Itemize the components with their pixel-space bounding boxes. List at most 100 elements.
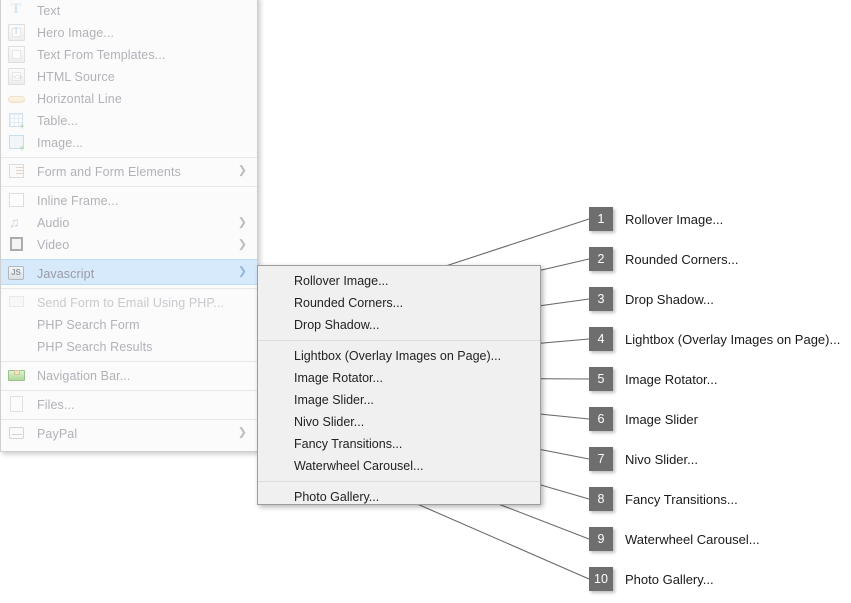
callout-label: Photo Gallery... <box>625 571 714 587</box>
insert-menu[interactable]: T Text I Hero Image... Text From Templates..… <box>0 0 258 452</box>
menu-item-text-from-templates[interactable]: Text From Templates... <box>1 44 257 66</box>
submenu-item-image-slider[interactable]: Image Slider... <box>258 389 540 411</box>
callout-label: Rounded Corners... <box>625 251 739 267</box>
menu-item-navigation-bar[interactable]: Navigation Bar... <box>1 361 257 387</box>
menu-item-label: PHP Search Form <box>37 318 140 332</box>
menu-item-inline-frame[interactable]: Inline Frame... <box>1 186 257 212</box>
callout-4: 4 Lightbox (Overlay Images on Page)... <box>589 327 840 351</box>
submenu-item-label: Photo Gallery... <box>294 490 380 504</box>
submenu-item-label: Drop Shadow... <box>294 318 380 332</box>
callout-3: 3 Drop Shadow... <box>589 287 714 311</box>
menu-item-files[interactable]: Files... <box>1 390 257 416</box>
submenu-item-label: Rounded Corners... <box>294 296 404 310</box>
submenu-item-label: Rollover Image... <box>294 274 389 288</box>
menu-item-label: Form and Form Elements <box>37 165 181 179</box>
menu-item-label: Video <box>37 238 70 252</box>
callout-label: Image Rotator... <box>625 371 718 387</box>
menu-item-label: Send Form to Email Using PHP... <box>37 296 224 310</box>
callout-7: 7 Nivo Slider... <box>589 447 698 471</box>
text-template-icon <box>7 46 27 64</box>
callout-badge: 8 <box>589 487 613 511</box>
html-source-icon: <> <box>7 68 27 86</box>
table-icon: + <box>7 112 27 131</box>
submenu-item-image-rotator[interactable]: Image Rotator... <box>258 367 540 389</box>
submenu-item-rollover-image[interactable]: Rollover Image... <box>258 270 540 292</box>
menu-item-php-search-form[interactable]: PHP Search Form <box>1 314 257 336</box>
menu-item-horizontal-line[interactable]: Horizontal Line <box>1 88 257 110</box>
submenu-item-waterwheel-carousel[interactable]: Waterwheel Carousel... <box>258 455 540 477</box>
menu-item-table[interactable]: + Table... <box>1 110 257 132</box>
submenu-item-lightbox-overlay-images-on-page[interactable]: Lightbox (Overlay Images on Page)... <box>258 340 540 367</box>
callout-1: 1 Rollover Image... <box>589 207 723 231</box>
inline-frame-icon <box>7 192 27 210</box>
chevron-right-icon: ❯ <box>237 265 247 278</box>
chevron-right-icon: ❯ <box>237 164 247 176</box>
menu-item-label: Audio <box>37 216 70 230</box>
submenu-item-label: Waterwheel Carousel... <box>294 459 424 473</box>
menu-item-javascript[interactable]: JS Javascript ❯ <box>1 259 257 285</box>
menu-item-text[interactable]: T Text <box>1 0 257 22</box>
menu-item-send-form-to-email-using-php[interactable]: Send Form to Email Using PHP... <box>1 288 257 314</box>
menu-item-audio[interactable]: ♫ Audio ❯ <box>1 212 257 234</box>
menu-item-label: Text <box>37 4 61 18</box>
submenu-item-photo-gallery[interactable]: Photo Gallery... <box>258 481 540 508</box>
none <box>7 338 27 356</box>
files-icon <box>7 396 27 414</box>
menu-item-label: Hero Image... <box>37 26 115 40</box>
submenu-item-nivo-slider[interactable]: Nivo Slider... <box>258 411 540 433</box>
submenu-item-fancy-transitions[interactable]: Fancy Transitions... <box>258 433 540 455</box>
submenu-item-label: Image Rotator... <box>294 371 383 385</box>
menu-item-php-search-results[interactable]: PHP Search Results <box>1 336 257 358</box>
send-mail-icon <box>7 294 27 312</box>
menu-item-label: Table... <box>37 114 79 128</box>
callout-badge: 3 <box>589 287 613 311</box>
menu-item-label: HTML Source <box>37 70 115 84</box>
callout-8: 8 Fancy Transitions... <box>589 487 738 511</box>
submenu-item-rounded-corners[interactable]: Rounded Corners... <box>258 292 540 314</box>
callout-badge: 1 <box>589 207 613 231</box>
callout-9: 9 Waterwheel Carousel... <box>589 527 760 551</box>
menu-item-label: Inline Frame... <box>37 194 119 208</box>
menu-item-html-source[interactable]: <> HTML Source <box>1 66 257 88</box>
callout-label: Image Slider <box>625 411 698 427</box>
leader-line <box>399 495 590 580</box>
menu-item-form-and-form-elements[interactable]: Form and Form Elements ❯ <box>1 157 257 183</box>
paypal-icon <box>7 425 27 443</box>
callout-badge: 4 <box>589 327 613 351</box>
menu-item-label: Text From Templates... <box>37 48 166 62</box>
callout-badge: 7 <box>589 447 613 471</box>
callout-5: 5 Image Rotator... <box>589 367 718 391</box>
image-icon: + <box>7 134 27 153</box>
callout-label: Waterwheel Carousel... <box>625 531 760 547</box>
menu-item-label: Horizontal Line <box>37 92 122 106</box>
menu-item-label: PHP Search Results <box>37 340 153 354</box>
menu-item-label: Files... <box>37 398 75 412</box>
menu-item-hero-image[interactable]: I Hero Image... <box>1 22 257 44</box>
chevron-right-icon: ❯ <box>237 238 247 251</box>
menu-item-label: Image... <box>37 136 83 150</box>
callout-label: Rollover Image... <box>625 211 724 227</box>
chevron-right-icon: ❯ <box>237 216 247 229</box>
submenu-item-label: Fancy Transitions... <box>294 437 403 451</box>
javascript-submenu[interactable]: Rollover Image... Rounded Corners... Drop … <box>257 265 541 505</box>
callout-badge: 9 <box>589 527 613 551</box>
callout-badge: 2 <box>589 247 613 271</box>
menu-item-paypal[interactable]: PayPal ❯ <box>1 419 257 445</box>
callout-badge: 6 <box>589 407 613 431</box>
horizontal-line-icon <box>7 90 27 108</box>
navigation-bar-icon <box>7 367 27 385</box>
submenu-item-drop-shadow[interactable]: Drop Shadow... <box>258 314 540 336</box>
menu-item-image[interactable]: + Image... <box>1 132 257 154</box>
submenu-item-label: Image Slider... <box>294 393 374 407</box>
chevron-right-icon: ❯ <box>237 426 247 438</box>
menu-item-label: PayPal <box>37 427 78 441</box>
text-icon: T <box>11 1 22 17</box>
form-elements-icon <box>7 163 27 181</box>
callout-label: Nivo Slider... <box>625 451 698 467</box>
hero-image-icon: I <box>7 24 27 42</box>
none <box>7 316 27 334</box>
menu-item-video[interactable]: Video ❯ <box>1 234 257 256</box>
callout-label: Lightbox (Overlay Images on Page)... <box>625 331 841 347</box>
callout-label: Drop Shadow... <box>625 291 714 307</box>
menu-item-label: Javascript <box>37 266 95 281</box>
